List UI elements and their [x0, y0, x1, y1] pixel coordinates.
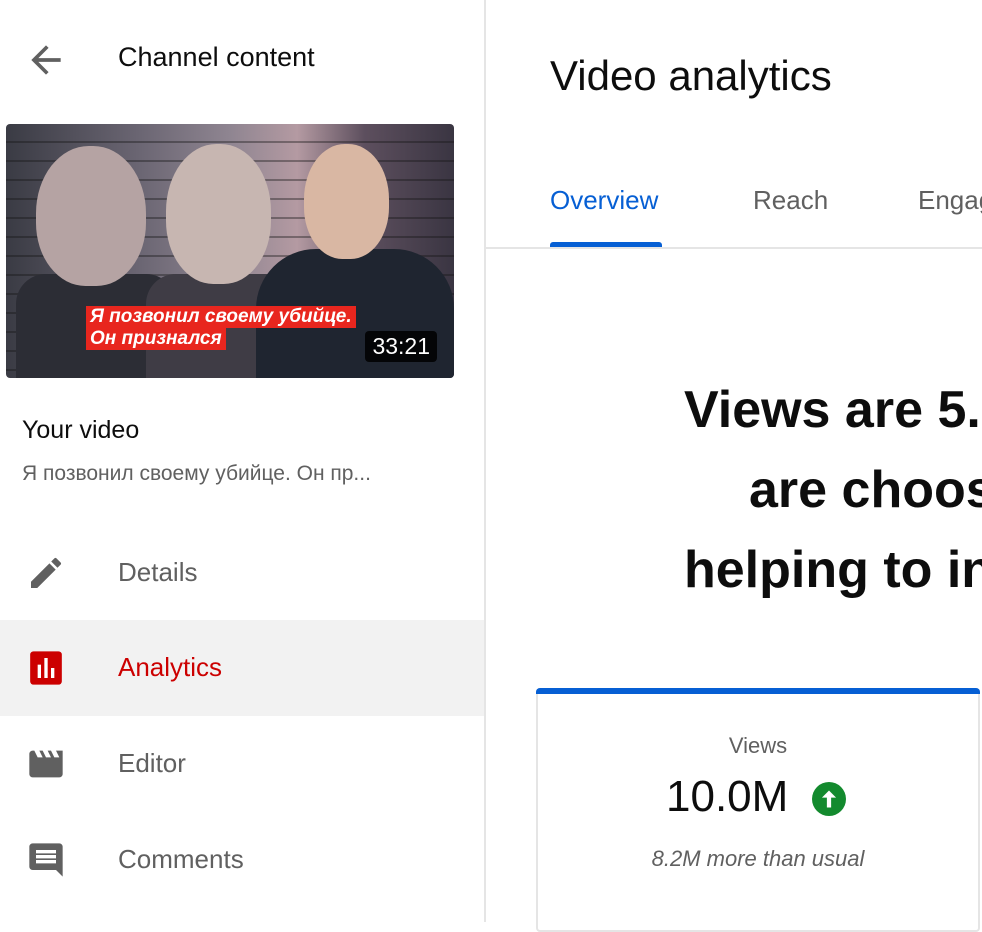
tab-engagement[interactable]: Engag	[918, 185, 982, 216]
duration-badge: 33:21	[365, 331, 437, 362]
metric-comparison: 8.2M more than usual	[651, 846, 865, 871]
panel-divider	[484, 0, 486, 922]
sidebar-title: Channel content	[118, 42, 315, 72]
card-selected-bar	[536, 688, 980, 694]
page-title: Video analytics	[550, 52, 832, 99]
video-thumbnail[interactable]: Я позвонил своему убийце. Он признался 3…	[6, 124, 454, 378]
nav-label-comments: Comments	[118, 844, 244, 874]
metric-label: Views	[728, 733, 788, 758]
tab-overview[interactable]: Overview	[550, 185, 658, 216]
person-face	[166, 144, 271, 284]
headline-line-3: helping to in	[684, 541, 982, 599]
person-face	[304, 144, 389, 259]
headline-line-1: Views are 5.	[684, 381, 981, 439]
headline-line-2: are choos	[749, 461, 982, 519]
thumbnail-caption: Я позвонил своему убийце. Он признался	[86, 306, 356, 350]
nav-item-analytics[interactable]: Analytics	[0, 620, 484, 716]
person-face	[36, 146, 146, 286]
tab-reach[interactable]: Reach	[753, 185, 828, 216]
analytics-headline: Views are 5. are choos helping to in	[684, 370, 982, 610]
nav-label-editor: Editor	[118, 748, 186, 778]
nav-item-details[interactable]: Details	[0, 525, 484, 621]
back-arrow-icon[interactable]	[24, 38, 68, 82]
video-title[interactable]: Я позвонил своему убийце. Он пр...	[22, 462, 371, 486]
caption-line-2: Он признался	[86, 328, 226, 350]
comment-icon	[24, 840, 68, 880]
pencil-icon	[24, 553, 68, 593]
caption-line-1: Я позвонил своему убийце.	[86, 306, 356, 328]
tabs-divider	[486, 247, 982, 249]
nav-item-comments[interactable]: Comments	[0, 812, 484, 908]
your-video-label: Your video	[22, 416, 140, 444]
views-metric-card[interactable]: Views 10.0M 8.2M more than usual	[536, 688, 980, 932]
nav-label-details: Details	[118, 557, 198, 587]
clapperboard-icon	[24, 744, 68, 784]
nav-label-analytics: Analytics	[118, 652, 223, 682]
metric-value: 10.0M	[666, 772, 789, 821]
nav-item-editor[interactable]: Editor	[0, 716, 484, 812]
analytics-icon	[24, 648, 68, 688]
sidebar: Channel content Я позвонил своему убийце…	[0, 0, 484, 922]
arrow-up-icon	[812, 782, 846, 816]
